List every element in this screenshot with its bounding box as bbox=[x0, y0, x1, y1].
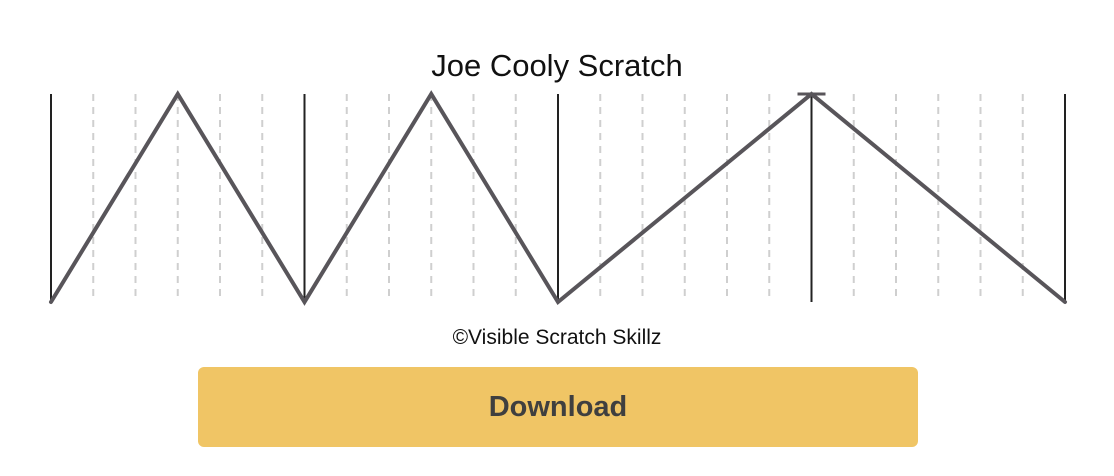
page: Joe Cooly Scratch ©Visible Scratch Skill… bbox=[0, 0, 1114, 476]
page-title: Joe Cooly Scratch bbox=[431, 48, 683, 83]
copyright-text: ©Visible Scratch Skillz bbox=[452, 326, 662, 349]
download-button[interactable]: Download bbox=[198, 367, 918, 447]
beat-lines bbox=[50, 94, 1066, 302]
